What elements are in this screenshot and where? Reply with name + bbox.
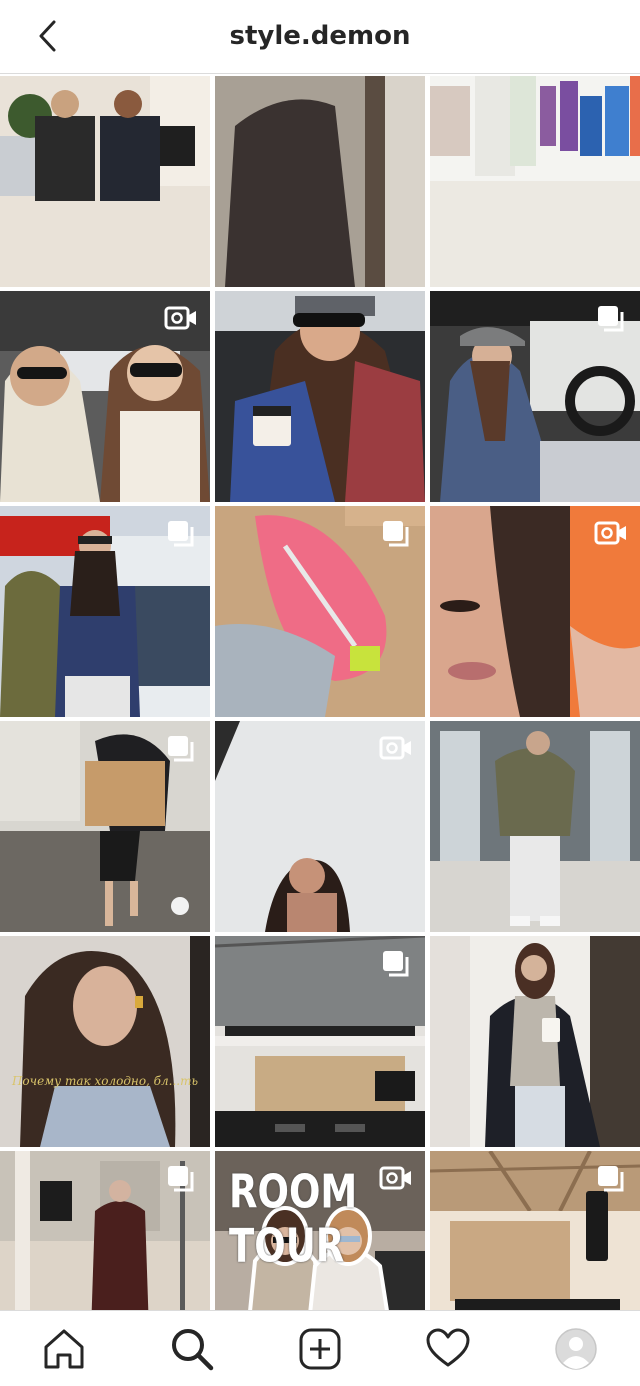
grid-post[interactable]	[430, 291, 640, 502]
post-photo	[0, 936, 210, 1147]
profile-username: style.demon	[229, 21, 411, 51]
tab-search[interactable]	[168, 1325, 216, 1373]
igtv-icon	[164, 306, 196, 330]
post-overlay-caption: Почему так холодно, бл...ть	[11, 1074, 199, 1088]
profile-avatar	[555, 1328, 597, 1370]
grid-post[interactable]	[0, 506, 210, 717]
grid-post[interactable]	[430, 721, 640, 932]
tab-new-post[interactable]	[296, 1325, 344, 1373]
carousel-icon	[598, 306, 624, 332]
grid-post[interactable]	[0, 721, 210, 932]
carousel-icon	[168, 521, 194, 547]
post-photo	[215, 76, 425, 287]
bottom-tab-bar	[0, 1310, 640, 1386]
post-photo	[430, 721, 640, 932]
grid-post[interactable]: Почему так холодно, бл...ть	[0, 936, 210, 1147]
activity-heart-icon	[426, 1328, 470, 1367]
grid-post[interactable]	[0, 76, 210, 287]
search-icon	[172, 1329, 214, 1371]
post-photo	[430, 76, 640, 287]
carousel-icon	[168, 1166, 194, 1192]
new-post-icon	[299, 1328, 341, 1370]
grid-post[interactable]	[215, 721, 425, 932]
grid-post[interactable]	[215, 291, 425, 502]
carousel-icon	[598, 1166, 624, 1192]
top-bar: style.demon	[0, 0, 640, 74]
post-photo	[430, 936, 640, 1147]
post-photo	[215, 291, 425, 502]
grid-post[interactable]	[0, 291, 210, 502]
tab-home[interactable]	[40, 1325, 88, 1373]
grid-post[interactable]	[430, 506, 640, 717]
igtv-icon	[594, 521, 626, 545]
carousel-icon	[383, 521, 409, 547]
carousel-icon	[383, 951, 409, 977]
grid-post[interactable]	[215, 936, 425, 1147]
post-photo	[0, 76, 210, 287]
igtv-icon	[379, 736, 411, 760]
tab-profile[interactable]	[552, 1325, 600, 1373]
home-icon	[44, 1329, 84, 1369]
grid-post[interactable]	[430, 936, 640, 1147]
grid-post[interactable]	[430, 76, 640, 287]
grid-post[interactable]	[215, 76, 425, 287]
tab-activity[interactable]	[424, 1325, 472, 1373]
carousel-icon	[168, 736, 194, 762]
igtv-icon	[379, 1166, 411, 1190]
grid-post[interactable]	[215, 506, 425, 717]
